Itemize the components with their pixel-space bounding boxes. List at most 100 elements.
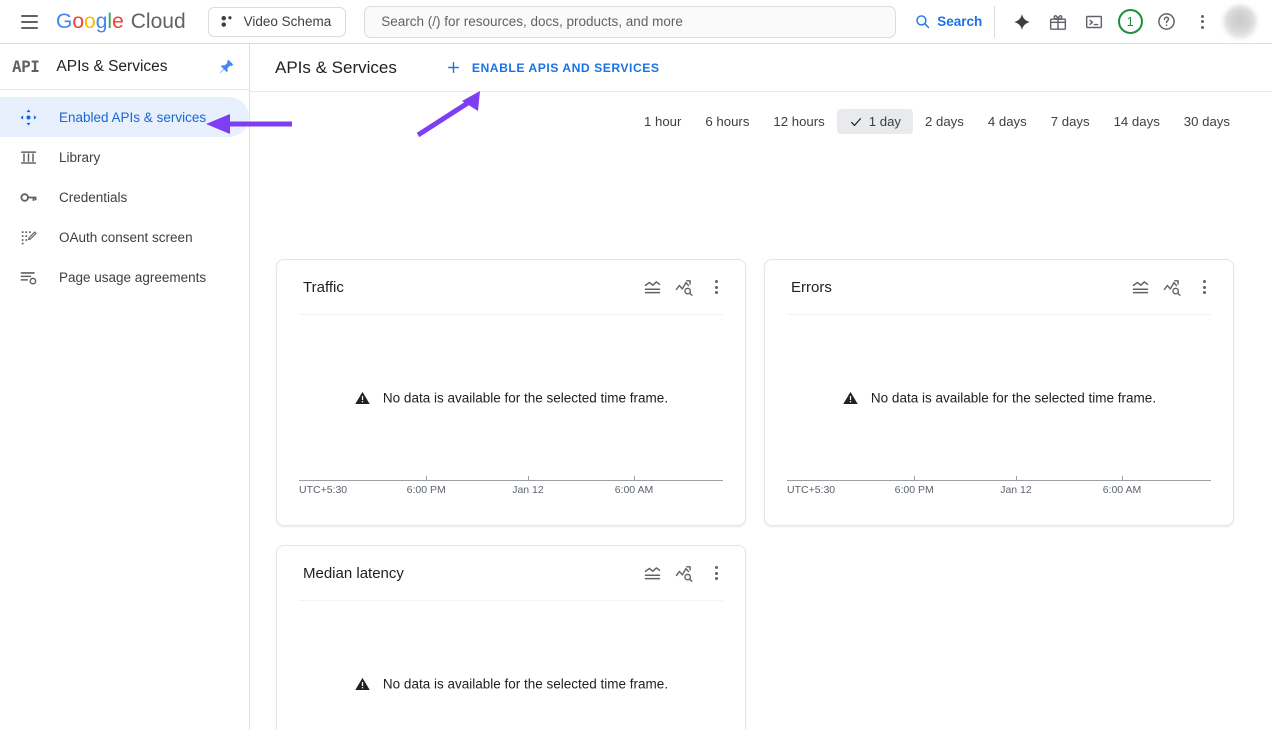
axis-timezone-label: UTC+5:30 [299, 484, 348, 496]
time-range-1-day[interactable]: 1 day [836, 109, 914, 134]
chart-x-axis: UTC+5:30 6:00 PM Jan 12 6:00 AM [299, 476, 723, 503]
project-selector-chip[interactable]: Video Schema [207, 6, 347, 37]
metric-card-median-latency: Median latency No data is available for … [276, 545, 746, 730]
page-usage-agreements-icon [17, 268, 39, 287]
oauth-consent-icon [17, 228, 39, 247]
time-range-6-hours[interactable]: 6 hours [693, 109, 761, 134]
app-root: Google Cloud Video Schema Search (/) for… [0, 0, 1272, 730]
chart-empty-message: No data is available for the selected ti… [870, 390, 1157, 405]
api-product-logo: API [12, 57, 40, 76]
sidebar-item-enabled-apis[interactable]: Enabled APIs & services [0, 97, 249, 137]
search-button[interactable]: Search [904, 5, 996, 38]
sidebar-item-credentials[interactable]: Credentials [0, 177, 249, 217]
chart-area: No data is available for the selected ti… [299, 600, 723, 730]
card-more-options-icon[interactable] [701, 272, 731, 302]
sidebar-header: API APIs & Services [0, 44, 249, 90]
time-range-selector: 1 hour 6 hours 12 hours 1 day 2 days 4 d… [250, 92, 1272, 134]
avatar[interactable] [1223, 4, 1258, 39]
metrics-explorer-icon[interactable] [669, 272, 699, 302]
search-input[interactable] [379, 13, 882, 30]
key-icon [17, 188, 39, 207]
plus-icon [447, 62, 459, 73]
card-more-options-icon[interactable] [1189, 272, 1219, 302]
chart-legend-icon[interactable] [637, 272, 667, 302]
card-title: Errors [791, 278, 832, 296]
google-wordmark: Google [56, 9, 124, 33]
check-icon [850, 117, 861, 126]
chart-x-axis: UTC+5:30 6:00 PM Jan 12 6:00 AM [787, 476, 1211, 503]
chart-plot: No data is available for the selected ti… [299, 600, 723, 730]
page-title: APIs & Services [275, 57, 397, 77]
time-range-12-hours[interactable]: 12 hours [761, 109, 836, 134]
sidebar-item-oauth-consent-screen[interactable]: OAuth consent screen [0, 217, 249, 257]
global-search-box[interactable] [364, 5, 897, 38]
page-header: APIs & Services ENABLE APIS AND SERVICES [250, 44, 1272, 92]
time-range-30-days[interactable]: 30 days [1172, 109, 1242, 134]
axis-tick-label: Jan 12 [512, 484, 544, 496]
toolbar-icons: 1 [1005, 4, 1258, 39]
sidebar-item-page-usage-agreements[interactable]: Page usage agreements [0, 257, 249, 297]
cloud-shell-terminal-icon[interactable] [1077, 5, 1111, 39]
cloud-wordmark: Cloud [130, 9, 186, 33]
sidebar-item-label: OAuth consent screen [59, 229, 193, 245]
time-range-1-hour[interactable]: 1 hour [632, 109, 693, 134]
google-cloud-logo[interactable]: Google Cloud [56, 10, 186, 34]
axis-timezone-label: UTC+5:30 [787, 484, 836, 496]
chart-empty-state: No data is available for the selected ti… [299, 675, 723, 692]
sidebar-item-label: Page usage agreements [59, 269, 207, 285]
axis-tick-label: 6:00 AM [1102, 484, 1142, 496]
library-icon [17, 148, 39, 167]
chart-empty-state: No data is available for the selected ti… [299, 389, 723, 406]
more-options-icon[interactable] [1185, 5, 1219, 39]
time-range-4-days[interactable]: 4 days [976, 109, 1039, 134]
metrics-explorer-icon[interactable] [669, 558, 699, 588]
pin-icon[interactable] [218, 58, 235, 75]
notifications-icon[interactable]: 1 [1113, 5, 1147, 39]
axis-tick-label: 6:00 AM [614, 484, 654, 496]
time-range-2-days[interactable]: 2 days [913, 109, 976, 134]
card-header: Median latency [277, 546, 745, 600]
chart-empty-state: No data is available for the selected ti… [787, 389, 1211, 406]
time-range-7-days[interactable]: 7 days [1039, 109, 1102, 134]
metric-card-traffic: Traffic No data is available for the sel… [276, 259, 746, 526]
chart-empty-message: No data is available for the selected ti… [382, 676, 669, 691]
card-header: Traffic [277, 260, 745, 314]
axis-tick-label: Jan 12 [1000, 484, 1032, 496]
notification-count-badge: 1 [1117, 9, 1143, 34]
main-content: APIs & Services ENABLE APIS AND SERVICES… [250, 44, 1272, 730]
top-navigation-bar: Google Cloud Video Schema Search (/) for… [0, 0, 1272, 44]
chart-plot: No data is available for the selected ti… [299, 314, 723, 481]
hamburger-menu-icon[interactable] [12, 5, 46, 39]
search-icon [916, 15, 930, 29]
card-more-options-icon[interactable] [701, 558, 731, 588]
help-icon[interactable] [1149, 5, 1183, 39]
enable-apis-and-services-button[interactable]: ENABLE APIS AND SERVICES [445, 59, 660, 76]
chart-area: No data is available for the selected ti… [787, 314, 1211, 503]
axis-tick-label: 6:00 PM [894, 484, 934, 496]
sidebar-item-label: Library [59, 149, 101, 165]
chart-plot: No data is available for the selected ti… [787, 314, 1211, 481]
metric-card-errors: Errors No data is available for the sele… [764, 259, 1234, 526]
chart-legend-icon[interactable] [1125, 272, 1155, 302]
sidebar-title: APIs & Services [56, 57, 168, 75]
metrics-cards: Traffic No data is available for the sel… [250, 134, 1272, 730]
enable-apis-label: ENABLE APIS AND SERVICES [471, 60, 660, 75]
time-range-label: 1 day [868, 114, 902, 129]
warning-triangle-icon [355, 677, 370, 690]
chart-legend-icon[interactable] [637, 558, 667, 588]
sidebar-nav: Enabled APIs & services Library Credenti… [0, 90, 249, 297]
sidebar-item-library[interactable]: Library [0, 137, 249, 177]
gemini-sparkle-icon[interactable] [1005, 5, 1039, 39]
warning-triangle-icon [843, 391, 858, 404]
card-header: Errors [765, 260, 1233, 314]
card-title: Median latency [303, 564, 404, 582]
time-range-14-days[interactable]: 14 days [1102, 109, 1172, 134]
sidebar-item-label: Enabled APIs & services [59, 109, 207, 125]
sidebar: API APIs & Services Enabled APIs & servi… [0, 44, 250, 730]
chart-empty-message: No data is available for the selected ti… [382, 390, 669, 405]
metrics-explorer-icon[interactable] [1157, 272, 1187, 302]
warning-triangle-icon [355, 391, 370, 404]
gift-icon[interactable] [1041, 5, 1075, 39]
card-title: Traffic [303, 278, 344, 296]
chart-area: No data is available for the selected ti… [299, 314, 723, 503]
